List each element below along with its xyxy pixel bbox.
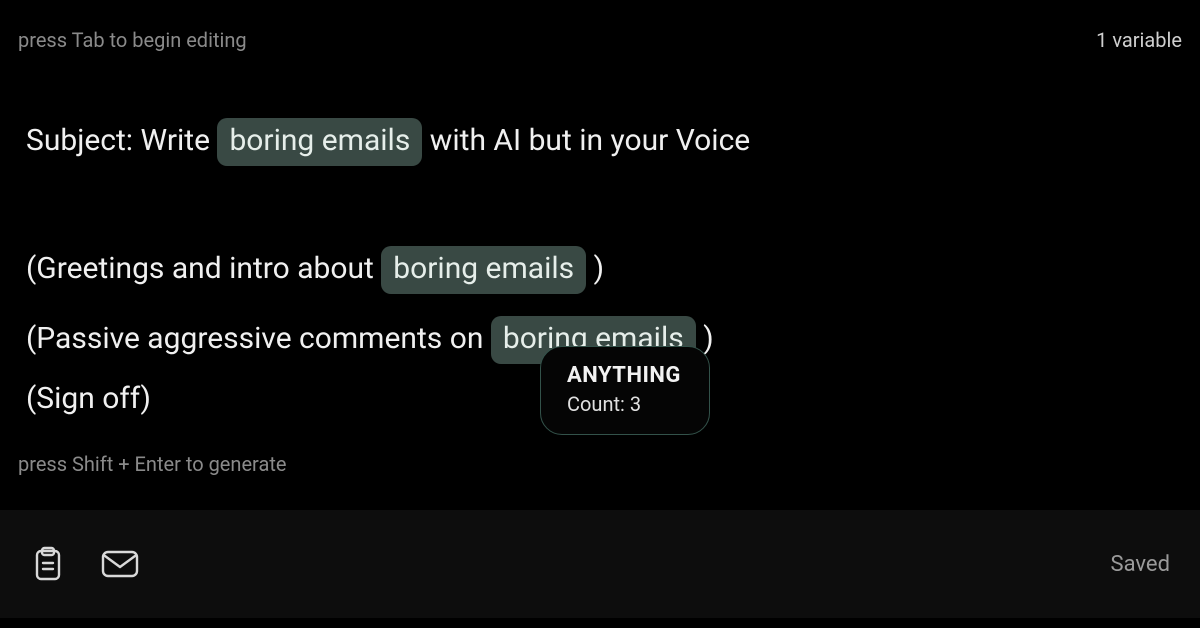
variable-chip[interactable]: boring emails bbox=[381, 246, 586, 294]
save-status: Saved bbox=[1111, 552, 1170, 577]
line2-prefix: (Greetings and intro about bbox=[26, 251, 374, 286]
prompt-editor[interactable]: press Tab to begin editing 1 variable Su… bbox=[0, 0, 1200, 628]
bottom-toolbar: Saved bbox=[0, 510, 1200, 618]
email-button[interactable] bbox=[98, 542, 142, 586]
clipboard-button[interactable] bbox=[26, 542, 70, 586]
variable-count-label: 1 variable bbox=[1096, 28, 1182, 52]
tooltip-count: Count: 3 bbox=[567, 392, 683, 416]
generate-hint: press Shift + Enter to generate bbox=[18, 452, 286, 476]
tooltip-title: ANYTHING bbox=[567, 363, 683, 388]
line3-prefix: (Passive aggressive comments on bbox=[26, 321, 483, 356]
variable-tooltip: ANYTHING Count: 3 bbox=[540, 346, 710, 435]
line2-suffix: ) bbox=[594, 251, 604, 286]
body-line-1: (Greetings and intro about boring emails… bbox=[26, 246, 1174, 294]
variable-chip[interactable]: boring emails bbox=[217, 118, 422, 166]
subject-prefix: Subject: Write bbox=[26, 123, 210, 158]
subject-suffix: with AI but in your Voice bbox=[430, 123, 750, 158]
mail-icon bbox=[101, 549, 139, 579]
clipboard-icon bbox=[32, 546, 64, 582]
subject-line: Subject: Write boring emails with AI but… bbox=[26, 118, 1174, 166]
line3-suffix: ) bbox=[703, 321, 713, 356]
edit-hint: press Tab to begin editing bbox=[18, 28, 247, 52]
